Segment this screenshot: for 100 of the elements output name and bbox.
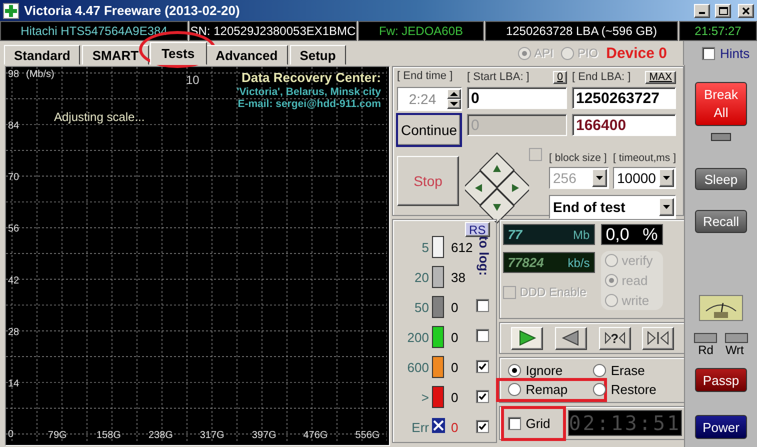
tab[interactable]: Setup (290, 45, 346, 65)
checkbox[interactable] (476, 420, 489, 433)
transport-button[interactable] (642, 326, 674, 350)
speed-display: 77824 kb/s (502, 252, 595, 273)
field-label: [ End time ] (397, 70, 454, 84)
dropdown-arrow-icon (596, 176, 603, 180)
field-label: [ End LBA: ] (572, 71, 631, 83)
transport-button[interactable] (555, 326, 588, 350)
time-spinner[interactable]: 2:24 (397, 87, 462, 111)
recall-button[interactable]: Recall (695, 210, 747, 233)
checkbox[interactable] (476, 299, 489, 312)
threshold-label: 20 (414, 270, 429, 284)
threshold-label: > (421, 390, 429, 404)
checkbox-label: Grid (526, 416, 550, 430)
transport-button[interactable]: ? (598, 326, 631, 350)
axis-label: 42 (8, 275, 20, 286)
info-clock: 21:57:27 (679, 21, 757, 41)
maximize-button[interactable] (715, 4, 731, 18)
power-button[interactable]: Power (695, 415, 747, 439)
radio-button[interactable] (592, 364, 606, 377)
tab[interactable]: SMART (82, 45, 149, 65)
timeout-dropdown[interactable]: 10000 (613, 167, 676, 189)
dropdown-arrow-icon (663, 205, 670, 209)
threshold-label: 600 (407, 360, 429, 374)
reset-counters-button[interactable]: RS (465, 222, 490, 237)
input-field[interactable]: 166400 (572, 114, 676, 136)
axis-label: 79G (48, 430, 67, 441)
checkbox[interactable] (508, 416, 521, 430)
close-button[interactable] (738, 4, 754, 18)
checkbox[interactable] (702, 46, 715, 60)
reset-button[interactable]: 0 (553, 70, 567, 84)
checkbox[interactable] (476, 329, 489, 342)
radio-button[interactable] (592, 383, 606, 396)
radio-label: read (622, 273, 648, 288)
maximize-icon (718, 6, 728, 14)
threshold-label: Err (412, 420, 429, 434)
up-arrow-button[interactable] (479, 152, 515, 188)
chart-subtitle: E-mail: sergei@hdd-911.com (238, 98, 381, 110)
input-field[interactable]: 1250263727 (572, 87, 676, 109)
minimize-icon (699, 12, 705, 14)
left-arrow-button[interactable] (465, 170, 498, 206)
checkbox[interactable] (529, 148, 542, 161)
spin-up-icon (447, 89, 461, 99)
count-value: 0 (451, 390, 458, 404)
read-indicator (694, 333, 717, 343)
axis-label: 397G (252, 430, 276, 441)
tab[interactable]: Advanced (206, 45, 288, 65)
threshold-label: 5 (422, 240, 429, 254)
count-value: 38 (451, 270, 466, 284)
max-button[interactable]: MAX (645, 70, 676, 84)
radio-label: Restore (610, 382, 656, 397)
checkbox[interactable] (476, 390, 489, 403)
checkbox[interactable] (476, 360, 489, 373)
info-firmware: Fw: JEDOA60B (358, 21, 484, 41)
spin-down-icon (447, 99, 461, 109)
status-text: Adjusting scale... (54, 110, 145, 124)
axis-label: 70 (8, 172, 20, 184)
radio-button[interactable] (508, 383, 521, 396)
dropdown-arrow-icon (663, 176, 670, 180)
size-display: 77 Mb (502, 224, 595, 245)
write-indicator (725, 333, 748, 343)
count-value: 612 (451, 240, 473, 254)
axis-label: 98 (8, 69, 20, 80)
radio-button[interactable] (508, 364, 521, 377)
radio-label: verify (622, 253, 653, 268)
checkbox-label: Hints (720, 46, 750, 60)
axis-label: 238G (148, 430, 173, 441)
log-label: to log: (476, 236, 492, 276)
cross-icon (3, 2, 19, 18)
threshold-label: 200 (407, 330, 429, 344)
chart-title: Data Recovery Center: (242, 70, 381, 85)
end-action-dropdown[interactable]: End of test (549, 195, 676, 219)
status-indicator (711, 133, 731, 141)
radio-label: Ignore (526, 363, 563, 378)
field-label: [ Start LBA: ] (467, 71, 530, 83)
timer-display: 02:13:51 (568, 410, 682, 436)
input-field[interactable]: 0 (467, 87, 567, 109)
count-value: 0 (451, 420, 458, 434)
sleep-button[interactable]: Sleep (695, 168, 747, 190)
continue-button[interactable]: Continue (397, 114, 461, 146)
axis-label: 556G (355, 430, 380, 441)
radio-label: Erase (610, 363, 645, 378)
transport-button[interactable] (511, 326, 544, 350)
field-label: [ timeout,ms ] (612, 152, 676, 164)
axis-label: 14 (8, 378, 20, 390)
axis-label: 56 (8, 224, 20, 235)
break-all-button[interactable]: Break All (695, 82, 747, 126)
indicator-label: Rd (698, 343, 714, 357)
minimize-button[interactable] (694, 4, 710, 18)
field-label: [ block size ] (549, 152, 607, 164)
axis-label: 28 (8, 326, 20, 338)
count-value: 0 (451, 300, 458, 314)
tab[interactable]: Standard (4, 45, 80, 65)
down-arrow-button[interactable] (479, 188, 515, 224)
tab[interactable]: Tests (150, 42, 207, 65)
axis-label: 158G (96, 430, 121, 441)
passport-button[interactable]: Passp (695, 368, 747, 392)
right-arrow-button[interactable] (496, 170, 529, 206)
indicator-label: Wrt (725, 343, 744, 357)
count-value: 0 (451, 360, 458, 374)
